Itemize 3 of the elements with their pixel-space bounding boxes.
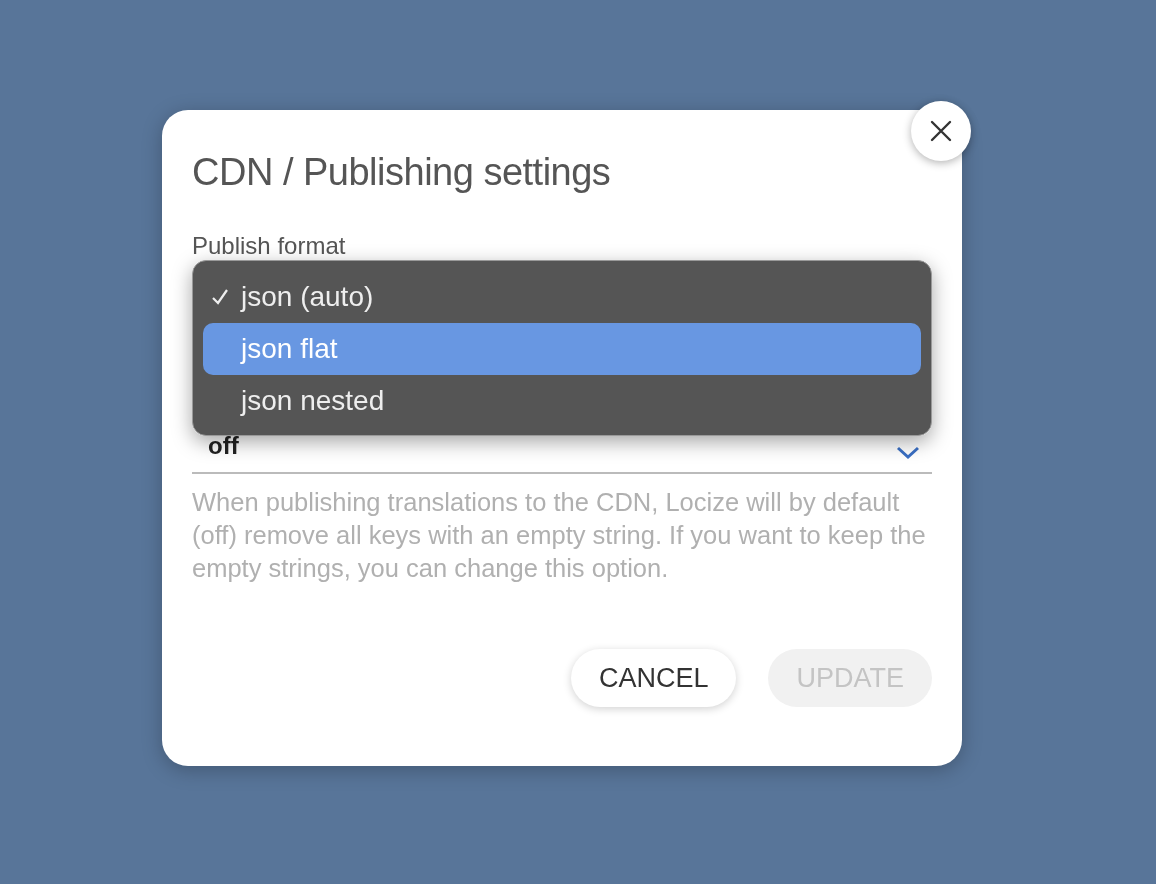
help-text: When publishing translations to the CDN, Locize will by default (off) remove all keys with an empty string. If you want to keep the empty strings, you can change this option. (192, 487, 927, 584)
dialog-title: CDN / Publishing settings (192, 150, 612, 194)
field-label: Publish format (192, 232, 347, 260)
